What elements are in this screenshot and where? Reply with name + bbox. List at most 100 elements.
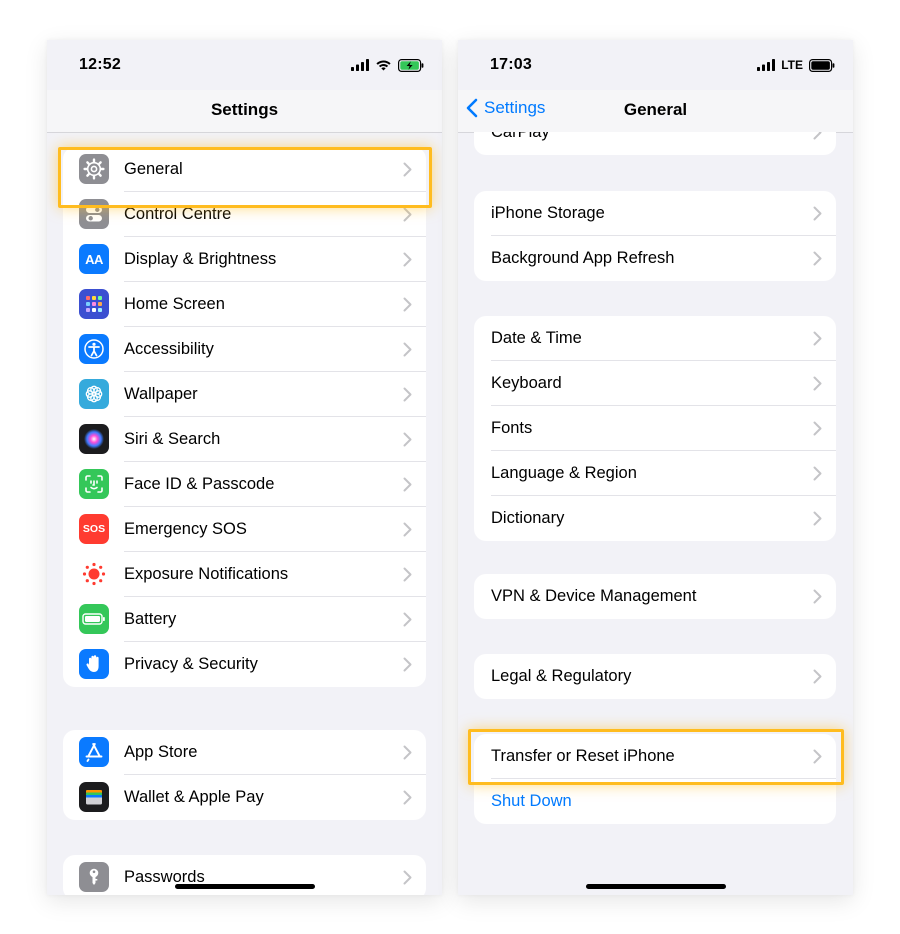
gear-icon <box>79 154 109 184</box>
general-group-vpn: VPN & Device Management <box>474 574 836 619</box>
settings-item-label: Emergency SOS <box>124 520 247 538</box>
general-item-label: Background App Refresh <box>491 249 675 267</box>
hand-icon <box>79 649 109 679</box>
general-item-label: Dictionary <box>491 509 565 527</box>
general-item-label: Fonts <box>491 419 533 437</box>
chevron-right-icon <box>813 376 822 391</box>
settings-item-label: Battery <box>124 610 177 628</box>
settings-item-accessibility[interactable]: Accessibility <box>63 327 426 372</box>
home-indicator <box>585 884 726 889</box>
general-item-fonts[interactable]: Fonts <box>474 406 836 451</box>
chevron-right-icon <box>813 511 822 526</box>
app-store-icon <box>79 737 109 767</box>
settings-item-label: Wallet & Apple Pay <box>124 788 264 806</box>
chevron-right-icon <box>403 745 412 760</box>
settings-group-main: General Control Centre AA Display & Brig… <box>63 147 426 687</box>
shut-down-button[interactable]: Shut Down <box>474 779 836 824</box>
settings-item-label: Face ID & Passcode <box>124 475 275 493</box>
settings-item-face-id-passcode[interactable]: Face ID & Passcode <box>63 462 426 507</box>
settings-item-label: Control Centre <box>124 205 232 223</box>
chevron-right-icon <box>403 870 412 885</box>
status-time: 12:52 <box>79 56 121 73</box>
status-bar: 17:03 LTE <box>458 40 853 90</box>
home-indicator <box>174 884 315 889</box>
general-group-locale: Date & Time Keyboard Fonts Language & Re… <box>474 316 836 541</box>
face-id-icon <box>79 469 109 499</box>
network-type: LTE <box>781 58 803 72</box>
settings-item-display-brightness[interactable]: AA Display & Brightness <box>63 237 426 282</box>
settings-item-label: Privacy & Security <box>124 655 258 673</box>
settings-item-passwords[interactable]: Passwords <box>63 855 426 895</box>
wallet-icon <box>79 782 109 812</box>
flower-icon <box>79 379 109 409</box>
chevron-right-icon <box>403 522 412 537</box>
settings-item-privacy-security[interactable]: Privacy & Security <box>63 642 426 687</box>
general-item-label: iPhone Storage <box>491 204 605 222</box>
settings-item-siri-search[interactable]: Siri & Search <box>63 417 426 462</box>
page-title: General <box>623 100 688 119</box>
settings-screen: 12:52 Settings General Control Centre AA… <box>47 40 442 895</box>
general-item-background-app-refresh[interactable]: Background App Refresh <box>474 236 836 281</box>
status-time: 17:03 <box>490 56 532 73</box>
shut-down-label: Shut Down <box>491 792 572 810</box>
general-item-legal-regulatory[interactable]: Legal & Regulatory <box>474 654 836 699</box>
chevron-right-icon <box>813 132 822 140</box>
settings-item-label: Wallpaper <box>124 385 198 403</box>
settings-item-label: Display & Brightness <box>124 250 277 268</box>
general-group-storage: iPhone Storage Background App Refresh <box>474 191 836 281</box>
general-item-language-region[interactable]: Language & Region <box>474 451 836 496</box>
general-screen: 17:03 LTE Settings General CarPlay iPhon… <box>458 40 853 895</box>
settings-item-wallpaper[interactable]: Wallpaper <box>63 372 426 417</box>
general-item-keyboard[interactable]: Keyboard <box>474 361 836 406</box>
cellular-signal-icon <box>351 59 369 71</box>
general-item-label: Date & Time <box>491 329 582 347</box>
settings-item-label: General <box>124 160 183 178</box>
settings-item-home-screen[interactable]: Home Screen <box>63 282 426 327</box>
general-item-date-time[interactable]: Date & Time <box>474 316 836 361</box>
settings-item-label: Accessibility <box>124 340 214 358</box>
cellular-signal-icon <box>757 59 776 71</box>
chevron-right-icon <box>403 162 412 177</box>
settings-item-control-centre[interactable]: Control Centre <box>63 192 426 237</box>
page-title: Settings <box>210 100 279 119</box>
settings-item-label: Home Screen <box>124 295 225 313</box>
sos-icon: SOS <box>79 514 109 544</box>
chevron-right-icon <box>403 657 412 672</box>
app-grid-icon <box>79 289 109 319</box>
general-group-reset: Transfer or Reset iPhone Shut Down <box>474 734 836 824</box>
general-item-transfer-reset[interactable]: Transfer or Reset iPhone <box>474 734 836 779</box>
toggles-icon <box>79 199 109 229</box>
wifi-icon <box>376 60 391 71</box>
navigation-bar: Settings <box>47 90 442 133</box>
settings-item-label: App Store <box>124 743 198 761</box>
settings-group-passwords: Passwords <box>63 855 426 895</box>
settings-item-emergency-sos[interactable]: SOS Emergency SOS <box>63 507 426 552</box>
chevron-right-icon <box>403 207 412 222</box>
general-item-label: Keyboard <box>491 374 562 392</box>
general-item-label: CarPlay <box>491 132 550 141</box>
general-item-iphone-storage[interactable]: iPhone Storage <box>474 191 836 236</box>
settings-item-battery[interactable]: Battery <box>63 597 426 642</box>
settings-list: General Control Centre AA Display & Brig… <box>47 132 442 895</box>
general-item-dictionary[interactable]: Dictionary <box>474 496 836 541</box>
settings-item-app-store[interactable]: App Store <box>63 730 426 775</box>
general-item-vpn-device-management[interactable]: VPN & Device Management <box>474 574 836 619</box>
chevron-right-icon <box>403 567 412 582</box>
settings-item-exposure-notifications[interactable]: Exposure Notifications <box>63 552 426 597</box>
general-item-carplay[interactable]: CarPlay <box>474 132 836 155</box>
chevron-right-icon <box>403 387 412 402</box>
general-group-carplay: CarPlay <box>474 132 836 155</box>
chevron-right-icon <box>403 297 412 312</box>
chevron-right-icon <box>813 466 822 481</box>
battery-charging-icon <box>398 58 424 72</box>
chevron-right-icon <box>813 421 822 436</box>
settings-item-wallet-apple-pay[interactable]: Wallet & Apple Pay <box>63 775 426 820</box>
exposure-icon <box>79 559 109 589</box>
status-bar: 12:52 <box>47 40 442 90</box>
siri-icon <box>79 424 109 454</box>
chevron-right-icon <box>403 252 412 267</box>
general-group-legal: Legal & Regulatory <box>474 654 836 699</box>
settings-item-general[interactable]: General <box>63 147 426 192</box>
text-size-icon: AA <box>79 244 109 274</box>
chevron-right-icon <box>813 589 822 604</box>
